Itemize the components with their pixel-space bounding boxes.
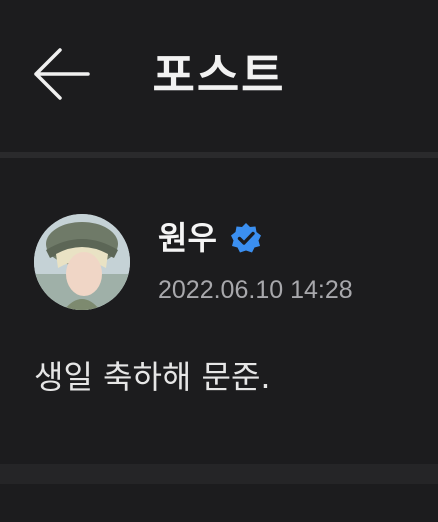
page-title: 포스트: [152, 48, 286, 102]
author-row: 원우: [158, 216, 263, 260]
section-divider: [0, 464, 438, 484]
post-card: 원우 2022.06.10 14:28 생일 축하해 문준.: [0, 158, 438, 464]
next-section: [0, 484, 438, 522]
post-timestamp: 2022.06.10 14:28: [158, 276, 353, 304]
post-body-text: 생일 축하해 문준.: [34, 358, 271, 396]
avatar[interactable]: [34, 214, 130, 310]
author-name[interactable]: 원우: [158, 216, 217, 260]
top-app-bar: 포스트: [0, 0, 438, 152]
verified-badge-icon: [229, 221, 263, 255]
